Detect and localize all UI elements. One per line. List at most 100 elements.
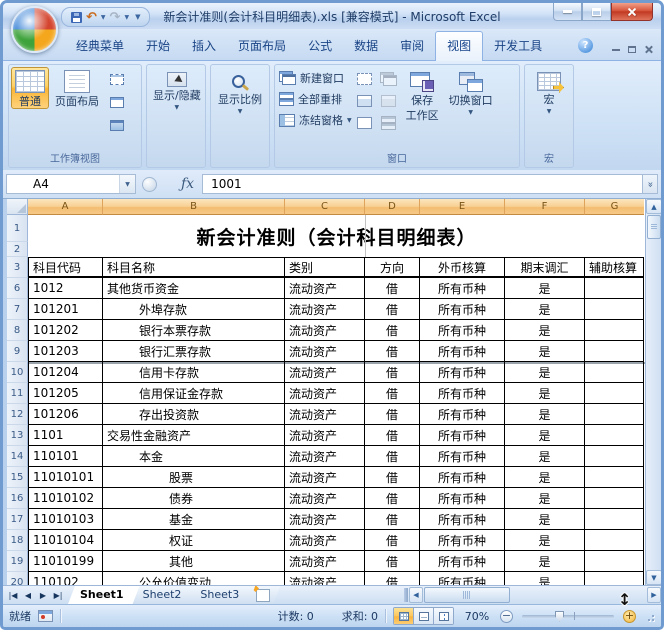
- cell-name[interactable]: 银行汇票存款: [103, 341, 285, 362]
- normal-view-shortcut[interactable]: [394, 608, 414, 624]
- name-box-dropdown-icon[interactable]: ▼: [119, 175, 135, 193]
- cell-category[interactable]: 流动资产: [285, 278, 365, 299]
- record-macro-icon[interactable]: [38, 610, 53, 622]
- cell-direction[interactable]: 借: [365, 425, 420, 446]
- cell-aux[interactable]: [585, 509, 644, 530]
- row-header[interactable]: 10: [7, 362, 28, 383]
- cell-category[interactable]: 流动资产: [285, 299, 365, 320]
- cell-name[interactable]: 其他: [103, 551, 285, 572]
- cell-direction[interactable]: 借: [365, 278, 420, 299]
- row-header[interactable]: 14: [7, 446, 28, 467]
- scroll-right-icon[interactable]: ▶: [647, 587, 661, 603]
- cell-direction[interactable]: 借: [365, 383, 420, 404]
- cell-code[interactable]: 110102: [28, 572, 103, 585]
- header-cell-revalue[interactable]: 期末调汇: [505, 257, 585, 278]
- cell-currency[interactable]: 所有币种: [420, 278, 505, 299]
- sheet-tab-sheet3[interactable]: Sheet3: [188, 586, 255, 604]
- custom-views-button[interactable]: [105, 92, 129, 113]
- cell-name[interactable]: 权证: [103, 530, 285, 551]
- sheet-title-cell[interactable]: 新会计准则（会计科目明细表）: [28, 215, 645, 257]
- column-header[interactable]: C: [285, 199, 365, 215]
- arrange-all-button[interactable]: 全部重排: [279, 89, 352, 109]
- hide-button[interactable]: [354, 91, 376, 111]
- next-sheet-icon[interactable]: ▶: [36, 588, 50, 602]
- cell-code[interactable]: 101204: [28, 362, 103, 383]
- cell-category[interactable]: 流动资产: [285, 509, 365, 530]
- row-header[interactable]: 11: [7, 383, 28, 404]
- cell-aux[interactable]: [585, 278, 644, 299]
- cell-revalue[interactable]: 是: [505, 362, 585, 383]
- header-cell-direction[interactable]: 方向: [365, 257, 420, 278]
- cell-direction[interactable]: 借: [365, 509, 420, 530]
- redo-icon[interactable]: ↷: [110, 11, 121, 24]
- tab-view[interactable]: 视图: [435, 31, 484, 61]
- cell-revalue[interactable]: 是: [505, 425, 585, 446]
- cell-direction[interactable]: 借: [365, 572, 420, 585]
- header-cell-aux[interactable]: 辅助核算: [585, 257, 644, 278]
- cell-direction[interactable]: 借: [365, 341, 420, 362]
- cell-revalue[interactable]: 是: [505, 467, 585, 488]
- cell-name[interactable]: 交易性金融资产: [103, 425, 285, 446]
- cell-aux[interactable]: [585, 467, 644, 488]
- header-cell-currency[interactable]: 外币核算: [420, 257, 505, 278]
- row-header[interactable]: 17: [7, 509, 28, 530]
- cell-aux[interactable]: [585, 425, 644, 446]
- cell-revalue[interactable]: 是: [505, 446, 585, 467]
- undo-icon[interactable]: ↶: [86, 11, 97, 24]
- cell-revalue[interactable]: 是: [505, 404, 585, 425]
- scroll-left-icon[interactable]: ◀: [409, 587, 423, 603]
- split-button[interactable]: [354, 69, 376, 89]
- cell-category[interactable]: 流动资产: [285, 467, 365, 488]
- cell-code[interactable]: 11010102: [28, 488, 103, 509]
- row-header[interactable]: 18: [7, 530, 28, 551]
- cell-currency[interactable]: 所有币种: [420, 467, 505, 488]
- sheet-tab-sheet2[interactable]: Sheet2: [131, 586, 198, 604]
- cell-code[interactable]: 11010104: [28, 530, 103, 551]
- normal-view-button[interactable]: 普通: [11, 67, 49, 109]
- cell-category[interactable]: 流动资产: [285, 383, 365, 404]
- cell-category[interactable]: 流动资产: [285, 425, 365, 446]
- cell-revalue[interactable]: 是: [505, 572, 585, 585]
- cell-currency[interactable]: 所有币种: [420, 488, 505, 509]
- workbook-close-icon[interactable]: [644, 45, 653, 54]
- cell-category[interactable]: 流动资产: [285, 488, 365, 509]
- cell-revalue[interactable]: 是: [505, 278, 585, 299]
- show-hide-button[interactable]: 显示/隐藏 ▼: [149, 69, 205, 112]
- cell-aux[interactable]: [585, 320, 644, 341]
- cell-aux[interactable]: [585, 530, 644, 551]
- cell-revalue[interactable]: 是: [505, 551, 585, 572]
- cell-code[interactable]: 101201: [28, 299, 103, 320]
- redo-dropdown-icon[interactable]: ▼: [124, 14, 129, 21]
- cell-category[interactable]: 流动资产: [285, 530, 365, 551]
- cell-direction[interactable]: 借: [365, 467, 420, 488]
- row-header[interactable]: 20: [7, 572, 28, 585]
- cell-currency[interactable]: 所有币种: [420, 383, 505, 404]
- vertical-scroll-track[interactable]: [646, 240, 661, 570]
- cell-direction[interactable]: 借: [365, 488, 420, 509]
- cell-name[interactable]: 银行本票存款: [103, 320, 285, 341]
- row-header[interactable]: 19: [7, 551, 28, 572]
- first-sheet-icon[interactable]: |◀: [6, 588, 20, 602]
- page-layout-shortcut[interactable]: [414, 608, 434, 624]
- cell-aux[interactable]: [585, 572, 644, 585]
- cell-revalue[interactable]: 是: [505, 299, 585, 320]
- cell-currency[interactable]: 所有币种: [420, 299, 505, 320]
- cell-currency[interactable]: 所有币种: [420, 551, 505, 572]
- horizontal-scroll-thumb[interactable]: [424, 587, 510, 603]
- cell-direction[interactable]: 借: [365, 299, 420, 320]
- row-header[interactable]: 16: [7, 488, 28, 509]
- page-break-shortcut[interactable]: [434, 608, 453, 624]
- cell-aux[interactable]: [585, 446, 644, 467]
- cell-aux[interactable]: [585, 299, 644, 320]
- zoom-out-button[interactable]: −: [500, 609, 513, 623]
- cell-currency[interactable]: 所有币种: [420, 425, 505, 446]
- cell-currency[interactable]: 所有币种: [420, 572, 505, 585]
- cell-currency[interactable]: 所有币种: [420, 530, 505, 551]
- row-header[interactable]: 13: [7, 425, 28, 446]
- cell-name[interactable]: 信用卡存款: [103, 362, 285, 383]
- cell-direction[interactable]: 借: [365, 320, 420, 341]
- cell-direction[interactable]: 借: [365, 551, 420, 572]
- customize-qat-icon[interactable]: ▼: [135, 13, 140, 21]
- zoom-slider[interactable]: [522, 610, 614, 622]
- cell-code[interactable]: 101203: [28, 341, 103, 362]
